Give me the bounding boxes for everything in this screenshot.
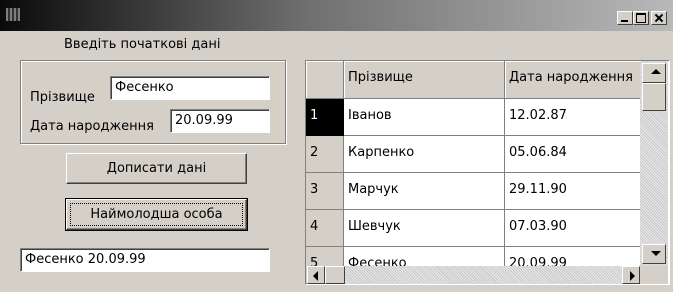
close-button[interactable]	[651, 11, 667, 25]
result-field[interactable]: Фесенко 20.09.99	[20, 248, 270, 272]
cell-surname[interactable]: Шевчук	[344, 210, 505, 247]
surname-input[interactable]: Фесенко	[110, 76, 270, 100]
cell-surname[interactable]: Марчук	[344, 173, 505, 210]
dob-input[interactable]: 20.09.99	[170, 109, 270, 133]
append-data-button-label: Дописати дані	[106, 161, 207, 176]
cell-dob[interactable]: 07.03.90	[505, 210, 645, 247]
arrow-left-icon[interactable]	[307, 266, 325, 284]
focus-ring	[70, 203, 243, 226]
dob-label: Дата народження	[30, 119, 154, 134]
arrow-right-icon[interactable]	[622, 266, 640, 284]
arrow-down-icon[interactable]	[642, 244, 666, 264]
minimize-button[interactable]	[617, 11, 633, 25]
vertical-scrollbar[interactable]	[640, 61, 668, 266]
maximize-button[interactable]	[633, 11, 649, 25]
surname-label: Прізвище	[30, 90, 95, 105]
arrow-up-icon[interactable]	[642, 63, 666, 83]
cell-dob[interactable]: 29.11.90	[505, 173, 645, 210]
column-header-surname[interactable]: Прізвище	[344, 61, 505, 99]
vertical-scroll-thumb[interactable]	[642, 83, 666, 111]
cell-surname[interactable]: Іванов	[344, 99, 505, 136]
row-number[interactable]: 4	[306, 210, 344, 247]
append-data-button[interactable]: Дописати дані	[66, 153, 247, 184]
horizontal-scroll-thumb[interactable]	[325, 266, 345, 284]
row-number[interactable]: 2	[306, 136, 344, 173]
row-number[interactable]: 3	[306, 173, 344, 210]
cell-surname[interactable]: Карпенко	[344, 136, 505, 173]
horizontal-scrollbar[interactable]	[307, 266, 640, 284]
app-icon[interactable]	[6, 8, 20, 21]
cell-dob[interactable]: 05.06.84	[505, 136, 645, 173]
people-grid[interactable]: Прізвище Дата народження 1 Іванов 12.02.…	[305, 60, 670, 285]
group-caption: Введіть початкові дані	[64, 37, 221, 52]
scrollbar-corner	[640, 266, 668, 284]
title-bar[interactable]	[0, 0, 673, 31]
cell-dob[interactable]: 12.02.87	[505, 99, 645, 136]
column-header-dob[interactable]: Дата народження	[505, 61, 645, 99]
row-number[interactable]: 1	[306, 99, 344, 136]
grid-corner-cell	[306, 61, 344, 99]
youngest-person-button[interactable]: Наймолодша особа	[65, 198, 248, 231]
